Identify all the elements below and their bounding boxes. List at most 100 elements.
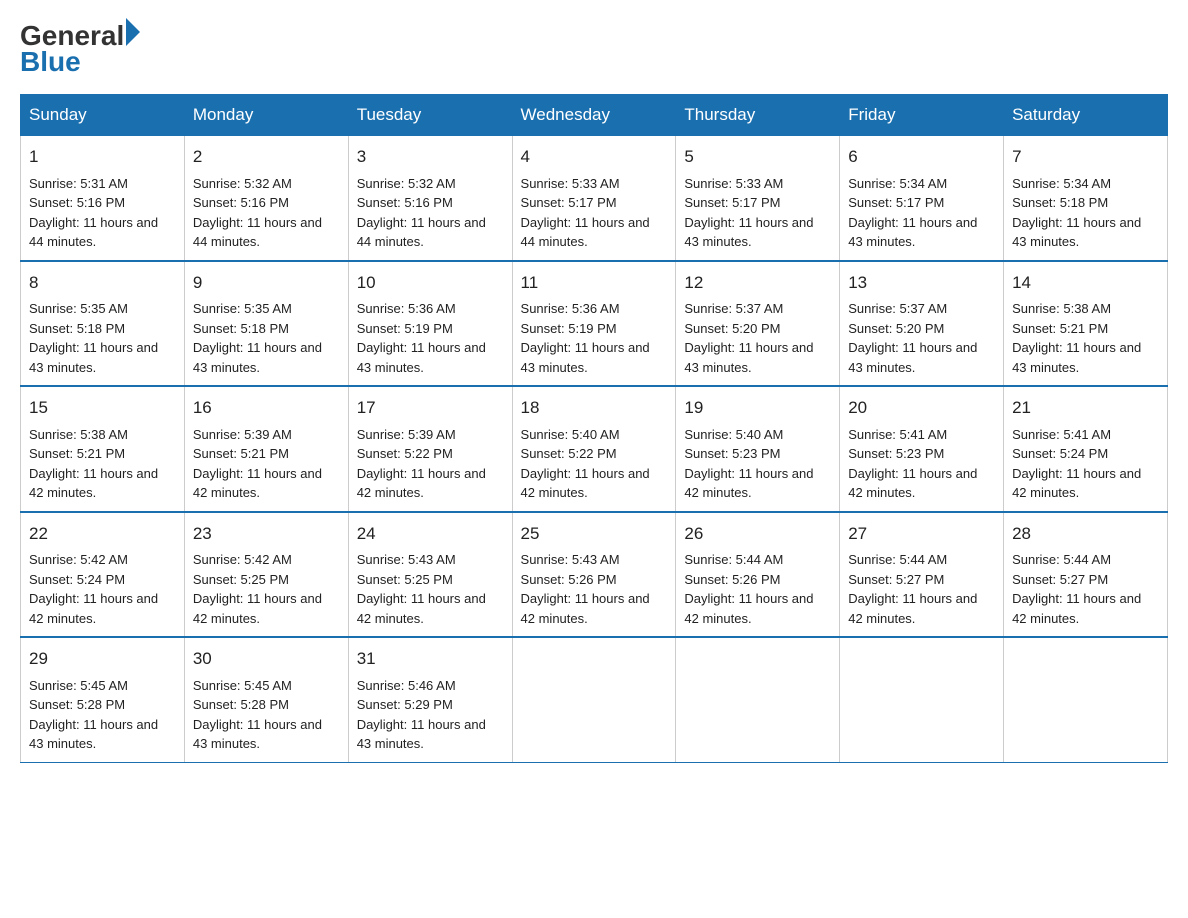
day-number: 20 [848,395,995,421]
calendar-cell: 25 Sunrise: 5:43 AMSunset: 5:26 PMDayligh… [512,512,676,638]
day-info: Sunrise: 5:31 AMSunset: 5:16 PMDaylight:… [29,176,158,250]
calendar-cell: 17 Sunrise: 5:39 AMSunset: 5:22 PMDayligh… [348,386,512,512]
day-number: 8 [29,270,176,296]
day-number: 29 [29,646,176,672]
day-number: 6 [848,144,995,170]
day-number: 31 [357,646,504,672]
day-number: 14 [1012,270,1159,296]
day-number: 9 [193,270,340,296]
calendar-week-row: 15Sunrise: 5:38 AMSunset: 5:21 PMDayligh… [21,386,1168,512]
day-info: Sunrise: 5:32 AMSunset: 5:16 PMDaylight:… [357,176,486,250]
day-info: Sunrise: 5:43 AMSunset: 5:26 PMDaylight:… [521,552,650,626]
calendar-cell: 7 Sunrise: 5:34 AMSunset: 5:18 PMDaylight… [1004,136,1168,261]
day-info: Sunrise: 5:37 AMSunset: 5:20 PMDaylight:… [848,301,977,375]
calendar-cell: 18 Sunrise: 5:40 AMSunset: 5:22 PMDayligh… [512,386,676,512]
calendar-cell: 30 Sunrise: 5:45 AMSunset: 5:28 PMDayligh… [184,637,348,762]
calendar-cell: 24 Sunrise: 5:43 AMSunset: 5:25 PMDayligh… [348,512,512,638]
calendar-week-row: 8 Sunrise: 5:35 AMSunset: 5:18 PMDaylight… [21,261,1168,387]
day-info: Sunrise: 5:35 AMSunset: 5:18 PMDaylight:… [193,301,322,375]
calendar-cell: 29 Sunrise: 5:45 AMSunset: 5:28 PMDayligh… [21,637,185,762]
day-info: Sunrise: 5:42 AMSunset: 5:24 PMDaylight:… [29,552,158,626]
calendar-header-row: SundayMondayTuesdayWednesdayThursdayFrid… [21,95,1168,136]
day-info: Sunrise: 5:35 AMSunset: 5:18 PMDaylight:… [29,301,158,375]
day-info: Sunrise: 5:42 AMSunset: 5:25 PMDaylight:… [193,552,322,626]
day-info: Sunrise: 5:41 AMSunset: 5:23 PMDaylight:… [848,427,977,501]
calendar-cell: 20 Sunrise: 5:41 AMSunset: 5:23 PMDayligh… [840,386,1004,512]
calendar-cell: 14 Sunrise: 5:38 AMSunset: 5:21 PMDayligh… [1004,261,1168,387]
calendar-cell: 9 Sunrise: 5:35 AMSunset: 5:18 PMDaylight… [184,261,348,387]
logo-blue-text: Blue [20,48,140,76]
day-info: Sunrise: 5:32 AMSunset: 5:16 PMDaylight:… [193,176,322,250]
weekday-header-tuesday: Tuesday [348,95,512,136]
calendar-cell: 6 Sunrise: 5:34 AMSunset: 5:17 PMDaylight… [840,136,1004,261]
day-info: Sunrise: 5:45 AMSunset: 5:28 PMDaylight:… [193,678,322,752]
weekday-header-wednesday: Wednesday [512,95,676,136]
day-number: 25 [521,521,668,547]
day-number: 19 [684,395,831,421]
day-number: 3 [357,144,504,170]
weekday-header-sunday: Sunday [21,95,185,136]
weekday-header-friday: Friday [840,95,1004,136]
day-number: 21 [1012,395,1159,421]
day-number: 12 [684,270,831,296]
day-number: 1 [29,144,176,170]
day-number: 28 [1012,521,1159,547]
day-number: 18 [521,395,668,421]
day-number: 11 [521,270,668,296]
day-info: Sunrise: 5:44 AMSunset: 5:27 PMDaylight:… [1012,552,1141,626]
day-info: Sunrise: 5:37 AMSunset: 5:20 PMDaylight:… [684,301,813,375]
day-number: 2 [193,144,340,170]
calendar-cell: 31 Sunrise: 5:46 AMSunset: 5:29 PMDayligh… [348,637,512,762]
calendar-cell [840,637,1004,762]
calendar-cell: 28 Sunrise: 5:44 AMSunset: 5:27 PMDayligh… [1004,512,1168,638]
day-number: 23 [193,521,340,547]
day-info: Sunrise: 5:43 AMSunset: 5:25 PMDaylight:… [357,552,486,626]
day-number: 7 [1012,144,1159,170]
day-info: Sunrise: 5:36 AMSunset: 5:19 PMDaylight:… [521,301,650,375]
weekday-header-thursday: Thursday [676,95,840,136]
calendar-cell: 22 Sunrise: 5:42 AMSunset: 5:24 PMDayligh… [21,512,185,638]
day-number: 17 [357,395,504,421]
logo-arrow-icon [126,18,140,46]
day-number: 22 [29,521,176,547]
day-info: Sunrise: 5:33 AMSunset: 5:17 PMDaylight:… [521,176,650,250]
day-info: Sunrise: 5:41 AMSunset: 5:24 PMDaylight:… [1012,427,1141,501]
calendar-cell: 1 Sunrise: 5:31 AMSunset: 5:16 PMDaylight… [21,136,185,261]
calendar-cell: 23 Sunrise: 5:42 AMSunset: 5:25 PMDayligh… [184,512,348,638]
calendar-table: SundayMondayTuesdayWednesdayThursdayFrid… [20,94,1168,763]
day-number: 24 [357,521,504,547]
calendar-cell: 13Sunrise: 5:37 AMSunset: 5:20 PMDayligh… [840,261,1004,387]
day-info: Sunrise: 5:33 AMSunset: 5:17 PMDaylight:… [684,176,813,250]
calendar-week-row: 1 Sunrise: 5:31 AMSunset: 5:16 PMDaylight… [21,136,1168,261]
day-info: Sunrise: 5:45 AMSunset: 5:28 PMDaylight:… [29,678,158,752]
page-header: General Blue [20,20,1168,76]
calendar-cell: 16 Sunrise: 5:39 AMSunset: 5:21 PMDayligh… [184,386,348,512]
weekday-header-monday: Monday [184,95,348,136]
calendar-cell: 11 Sunrise: 5:36 AMSunset: 5:19 PMDayligh… [512,261,676,387]
calendar-cell: 3 Sunrise: 5:32 AMSunset: 5:16 PMDaylight… [348,136,512,261]
day-number: 27 [848,521,995,547]
day-info: Sunrise: 5:38 AMSunset: 5:21 PMDaylight:… [1012,301,1141,375]
day-number: 16 [193,395,340,421]
day-info: Sunrise: 5:40 AMSunset: 5:23 PMDaylight:… [684,427,813,501]
calendar-cell: 26Sunrise: 5:44 AMSunset: 5:26 PMDayligh… [676,512,840,638]
weekday-header-saturday: Saturday [1004,95,1168,136]
calendar-cell: 19 Sunrise: 5:40 AMSunset: 5:23 PMDayligh… [676,386,840,512]
calendar-cell [676,637,840,762]
calendar-cell: 21 Sunrise: 5:41 AMSunset: 5:24 PMDayligh… [1004,386,1168,512]
day-number: 5 [684,144,831,170]
day-info: Sunrise: 5:39 AMSunset: 5:21 PMDaylight:… [193,427,322,501]
day-info: Sunrise: 5:38 AMSunset: 5:21 PMDaylight:… [29,427,158,501]
day-info: Sunrise: 5:44 AMSunset: 5:26 PMDaylight:… [684,552,813,626]
calendar-cell: 27Sunrise: 5:44 AMSunset: 5:27 PMDayligh… [840,512,1004,638]
day-number: 10 [357,270,504,296]
day-info: Sunrise: 5:34 AMSunset: 5:18 PMDaylight:… [1012,176,1141,250]
calendar-cell: 10Sunrise: 5:36 AMSunset: 5:19 PMDayligh… [348,261,512,387]
day-info: Sunrise: 5:46 AMSunset: 5:29 PMDaylight:… [357,678,486,752]
day-info: Sunrise: 5:40 AMSunset: 5:22 PMDaylight:… [521,427,650,501]
calendar-cell: 8 Sunrise: 5:35 AMSunset: 5:18 PMDaylight… [21,261,185,387]
day-info: Sunrise: 5:34 AMSunset: 5:17 PMDaylight:… [848,176,977,250]
day-number: 30 [193,646,340,672]
day-info: Sunrise: 5:39 AMSunset: 5:22 PMDaylight:… [357,427,486,501]
logo: General Blue [20,20,140,76]
